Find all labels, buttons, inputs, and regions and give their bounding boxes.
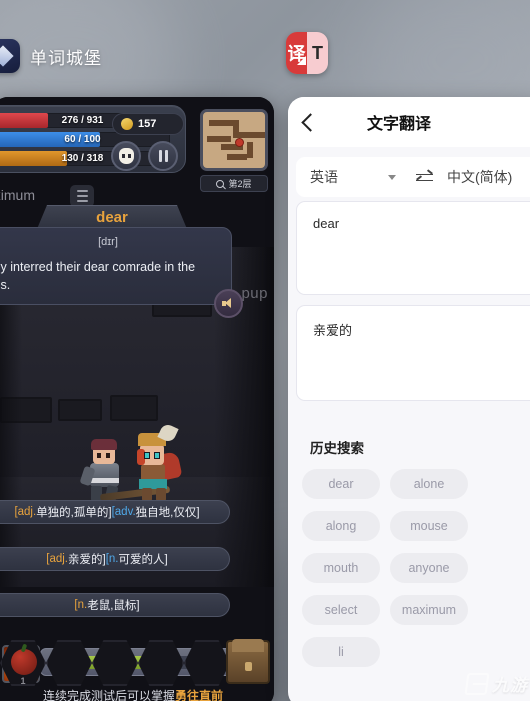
left-app-title: 单词城堡 [30,48,102,68]
history-title: 历史搜索 [310,441,364,456]
history-chip[interactable]: alone [390,469,468,499]
left-app-header: 单词城堡 [0,30,270,82]
apple-item-icon [11,649,37,675]
word-tab: dear [37,205,187,229]
bag-icon[interactable] [226,639,270,684]
minimap-player-marker [235,138,244,147]
hotbar-slot-5[interactable] [184,640,230,686]
option-3-pos-1: [n. [74,599,88,611]
word-phonetic: [dɪr] [98,236,118,248]
word-card: [dɪr] They interred their dear comrade i… [0,227,232,305]
word-title: dear [96,208,128,226]
swap-arrows-icon[interactable] [416,171,433,184]
speaker-icon [221,298,236,309]
pause-icon [158,150,168,162]
avatar-icon [118,148,134,164]
option-1-text-2: 独自地,仅仅] [135,507,200,519]
avatar-button[interactable] [111,141,141,171]
option-1-pos-2: [adv. [111,506,136,518]
xp-bar-label: 130 / 318 [61,153,104,164]
current-word-list-label: aximum [0,187,36,203]
chevron-down-icon[interactable] [388,174,396,180]
coin-counter[interactable]: 157 [112,113,184,135]
translator-window: 文字翻译 英语 中文(简体) dear 亲爱的 历史搜索 dear alone … [288,97,530,701]
option-2-pos-1: [adj. [46,553,69,565]
source-text-box[interactable]: dear [296,201,530,295]
npc-character-sprite [132,422,183,501]
hotbar-slot-1-qty: 1 [20,676,26,686]
translate-icon-char-right: T [307,32,328,74]
item-hotbar: 1 [0,638,274,694]
target-text-box: 亲爱的 [296,305,530,401]
target-text: 亲爱的 [313,323,353,338]
translate-app-icon[interactable]: 译 T [286,32,328,74]
source-text: dear [313,216,340,231]
xp-bar: 130 / 318 [0,151,170,166]
speaker-button[interactable] [214,289,243,318]
history-chip[interactable]: li [302,637,380,667]
source-language-label[interactable]: 英语 [310,167,388,187]
history-chip[interactable]: anyone [390,553,468,583]
coin-icon [121,118,133,130]
history-chip[interactable]: dear [302,469,380,499]
option-2-pos-2: [n. [105,553,119,565]
crate-4 [110,395,158,421]
hotbar-slot-2[interactable] [46,640,92,686]
language-selector-bar: 英语 中文(简体) [296,157,530,197]
option-1-pos-1: [adj. [14,506,37,518]
option-2-text-2: 可爱的人] [118,554,168,566]
watermark: 九游 [464,671,528,696]
pause-button[interactable] [148,141,178,171]
translate-icon-char-left: 译 [286,32,307,74]
history-chip[interactable]: along [302,511,380,541]
answer-option-1[interactable]: [adj. 单独的,孤单的] [adv. 独自地,仅仅] [0,500,230,524]
translator-title: 文字翻译 [366,116,431,133]
watermark-logo-icon [464,672,490,695]
crate-3 [58,399,102,421]
hotbar-slot-4[interactable] [138,640,184,686]
option-3-text-1: 老鼠,鼠标] [87,600,140,612]
scene-background-text: pup [241,285,268,302]
game-screen: pup 276 / 931 60 / 100 130 / 318 157 第2层… [0,97,274,701]
translate-icon-fold [297,56,306,65]
history-chip[interactable]: mouse [390,511,468,541]
hotbar-slot-3[interactable] [92,640,138,686]
game-window: pup 276 / 931 60 / 100 130 / 318 157 第2层… [0,97,274,701]
answer-option-2[interactable]: [adj. 亲爱的] [n. 可爱的人] [0,547,230,571]
word-example-sentence: They interred their dear comrade in the … [0,260,196,293]
history-chip[interactable]: maximum [390,595,468,625]
minimap[interactable] [200,109,268,171]
coin-value: 157 [138,118,157,130]
list-icon[interactable] [70,185,94,207]
word-castle-app-icon[interactable] [0,39,20,73]
history-chip[interactable]: mouth [302,553,380,583]
option-1-text-1: 单独的,孤单的] [36,507,112,519]
history-chip-list: dear alone along mouse mouth anyone sele… [302,469,530,667]
hud-top-bar: 276 / 931 60 / 100 130 / 318 157 第2层 [0,105,274,192]
right-app-header: 译 T [286,18,526,88]
watermark-text: 九游 [492,676,528,695]
option-2-text-1: 亲爱的] [68,554,106,566]
translator-header: 文字翻译 [288,97,530,147]
target-language-label[interactable]: 中文(简体) [447,167,512,187]
history-chip[interactable]: select [302,595,380,625]
answer-option-3[interactable]: [n. 老鼠,鼠标] [0,593,230,617]
